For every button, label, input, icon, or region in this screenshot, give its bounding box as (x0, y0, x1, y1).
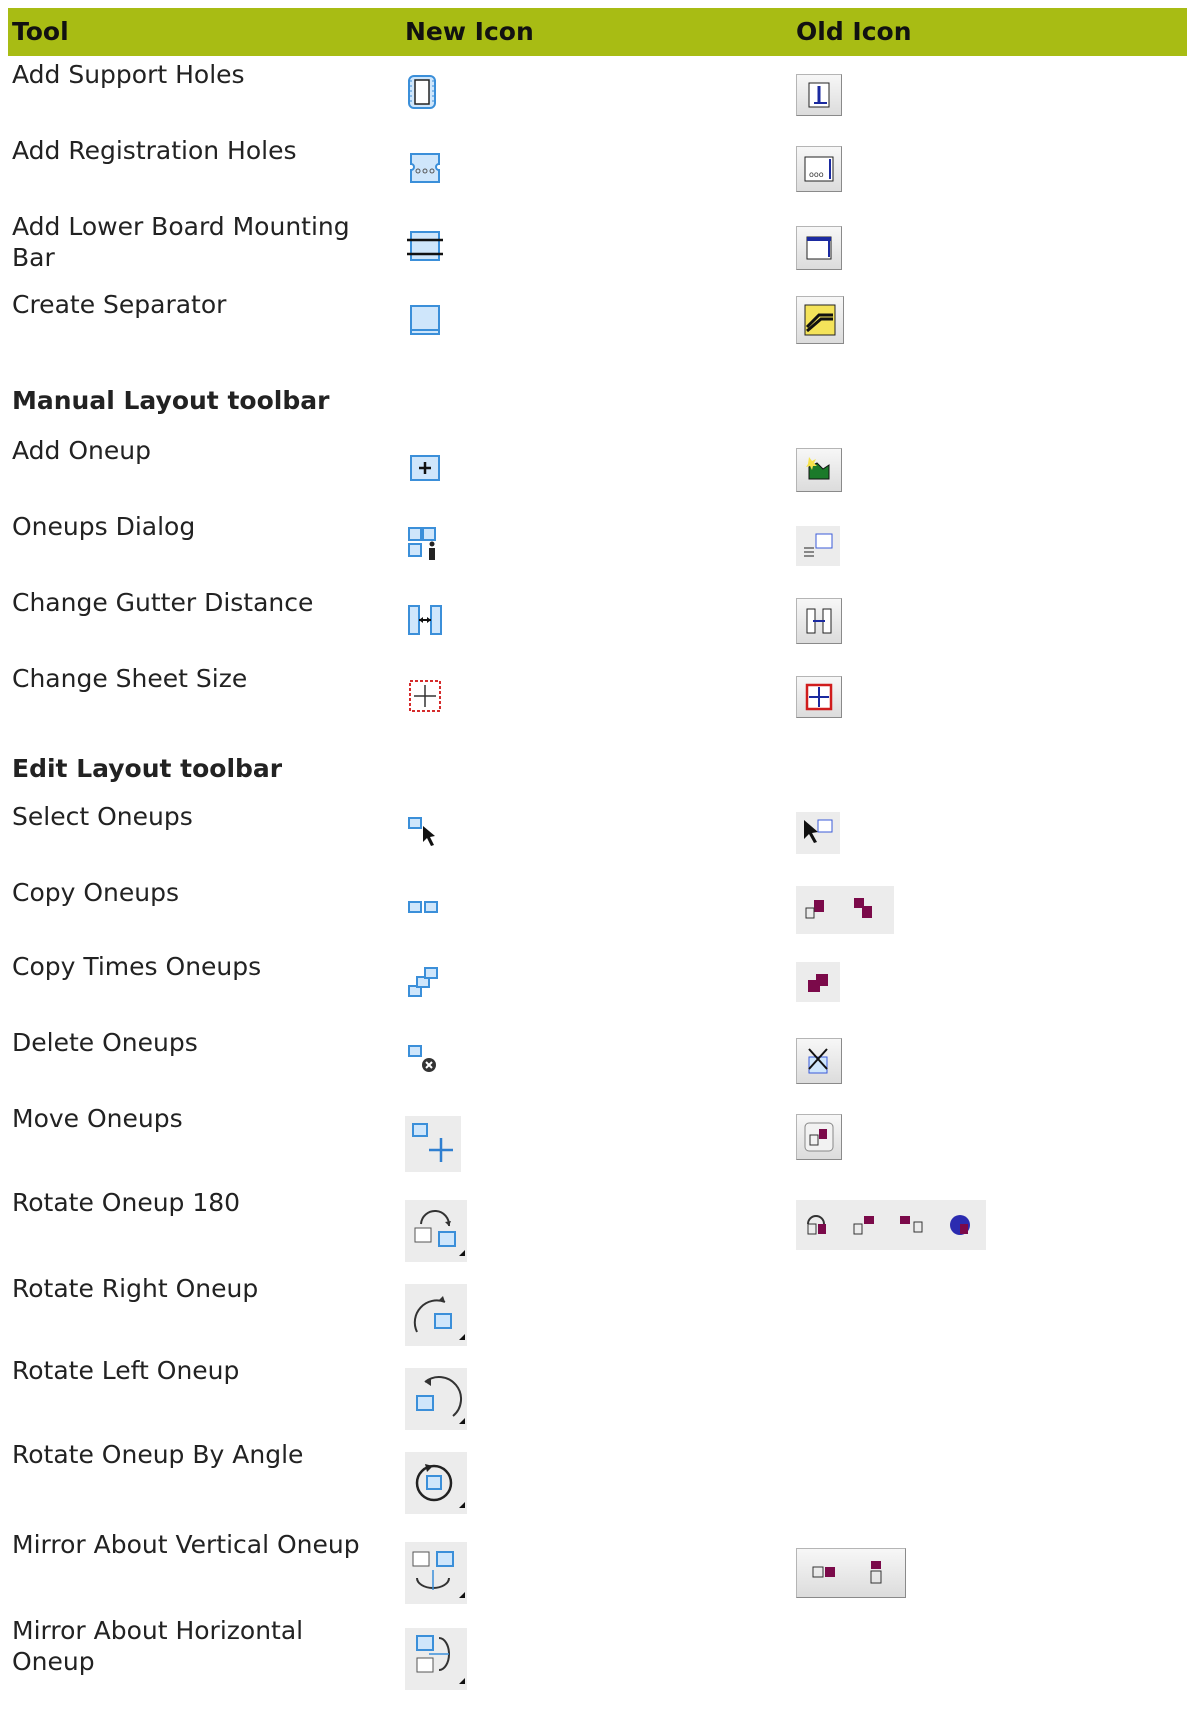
table-row: Move Oneups (8, 1100, 1187, 1184)
section-title: Manual Layout toolbar (12, 386, 330, 415)
rotate-by-angle-icon (405, 1452, 467, 1514)
move-oneups-icon (405, 1116, 461, 1172)
table-row: Select Oneups (8, 798, 1187, 874)
sheet-size-icon (409, 680, 441, 712)
tool-name: Select Oneups (12, 802, 193, 831)
table-row: Rotate Oneup By Angle (8, 1436, 1187, 1526)
old-separator-icon (796, 296, 844, 344)
header-tool: Tool (12, 17, 69, 46)
old-delete-oneups-icon (796, 1038, 842, 1084)
registration-holes-icon (410, 153, 440, 183)
old-add-oneup-icon (796, 448, 842, 492)
tool-name: Change Sheet Size (12, 664, 248, 693)
support-holes-icon (408, 75, 436, 109)
header-old-icon: Old Icon (796, 17, 912, 46)
mirror-vertical-icon (405, 1542, 467, 1604)
old-support-holes-icon (796, 74, 842, 116)
old-copy-times-oneups-icon (796, 962, 840, 1002)
old-oneups-dialog-icon (796, 526, 840, 566)
old-copy-oneups-icon (796, 886, 894, 934)
delete-oneups-icon (408, 1045, 436, 1072)
table-row: Rotate Left Oneup (8, 1352, 1187, 1436)
tool-name: Add Registration Holes (12, 136, 297, 165)
tool-name: Copy Times Oneups (12, 952, 262, 981)
copy-times-oneups-icon (408, 967, 438, 997)
rotate-right-icon (405, 1284, 467, 1346)
tool-name: Move Oneups (12, 1104, 183, 1133)
table-row: Delete Oneups (8, 1024, 1187, 1100)
table-header: Tool New Icon Old Icon (8, 8, 1187, 56)
table-row: Change Sheet Size (8, 660, 1187, 736)
table-row: Create Separator (8, 286, 1187, 364)
tool-name: Oneups Dialog (12, 512, 196, 541)
oneups-dialog-icon (408, 527, 436, 560)
section-title: Edit Layout toolbar (12, 754, 283, 783)
tool-name: Mirror About Horizontal Oneup (12, 1616, 304, 1676)
old-mirror-icons (796, 1548, 906, 1598)
tool-name: Copy Oneups (12, 878, 180, 907)
table-row: Copy Times Oneups (8, 948, 1187, 1024)
copy-oneups-icon (408, 901, 438, 913)
tool-name: Rotate Right Oneup (12, 1274, 259, 1303)
tool-name: Mirror About Vertical Oneup (12, 1530, 360, 1559)
old-rotate-icons (796, 1200, 986, 1250)
header-new-icon: New Icon (405, 17, 534, 46)
tool-name: Rotate Left Oneup (12, 1356, 240, 1385)
old-sheet-size-icon (796, 676, 842, 718)
old-select-oneups-icon (796, 812, 840, 854)
table-row: Oneups Dialog (8, 508, 1187, 584)
tool-name: Add Lower Board Mounting Bar (12, 212, 350, 272)
tool-name: Rotate Oneup By Angle (12, 1440, 304, 1469)
table-row: Mirror About Horizontal Oneup (8, 1612, 1187, 1726)
tool-name: Add Support Holes (12, 60, 245, 89)
rotate-180-icon (405, 1200, 467, 1262)
table-row: Change Gutter Distance (8, 584, 1187, 660)
table-row: Add Registration Holes ooo (8, 132, 1187, 208)
rotate-left-icon (405, 1368, 467, 1430)
mounting-bar-icon (407, 231, 443, 261)
mirror-horizontal-icon (405, 1628, 467, 1690)
old-mounting-bar-icon (796, 226, 842, 270)
old-move-oneups-icon (796, 1114, 842, 1160)
tool-name: Rotate Oneup 180 (12, 1188, 241, 1217)
old-registration-holes-icon: ooo (796, 146, 842, 192)
old-gutter-distance-icon (796, 598, 842, 644)
select-oneups-icon (408, 817, 435, 846)
table-row: Add Support Holes (8, 56, 1187, 132)
table-row: Rotate Right Oneup (8, 1270, 1187, 1352)
separator-icon (410, 305, 440, 335)
table-row: Mirror About Vertical Oneup (8, 1526, 1187, 1612)
add-oneup-icon (410, 455, 440, 481)
icon-comparison-table: Tool New Icon Old Icon Add Support Holes… (8, 8, 1187, 1690)
tool-name: Delete Oneups (12, 1028, 198, 1057)
tool-name: Create Separator (12, 290, 227, 319)
svg-text:ooo: ooo (809, 170, 824, 179)
tool-name: Change Gutter Distance (12, 588, 314, 617)
gutter-distance-icon (408, 605, 442, 635)
table-row: Rotate Oneup 180 (8, 1184, 1187, 1270)
table-row: Add Lower Board Mounting Bar (8, 208, 1187, 286)
table-row: Copy Oneups (8, 874, 1187, 948)
table-row: Add Oneup (8, 432, 1187, 508)
tool-name: Add Oneup (12, 436, 151, 465)
